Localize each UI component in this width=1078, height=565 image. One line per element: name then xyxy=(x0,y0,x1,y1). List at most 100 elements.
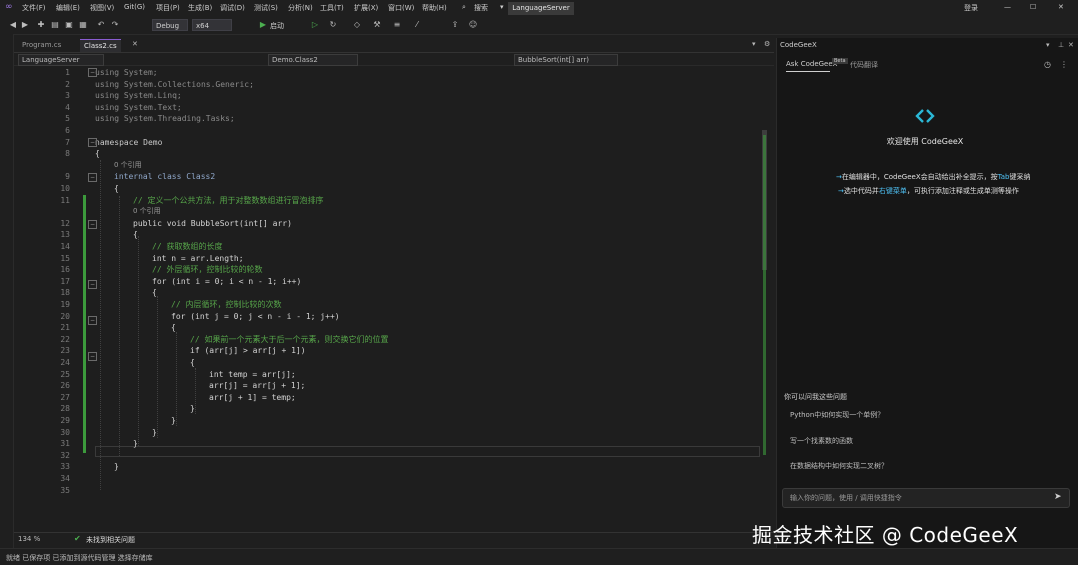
tip-key: 右键菜单 xyxy=(878,187,907,195)
start-icon[interactable]: ▶ xyxy=(258,20,268,30)
code-line: using System.Collections.Generic; xyxy=(95,79,254,89)
pin-icon[interactable]: ⊥ xyxy=(1058,41,1064,49)
code-line: using System.Threading.Tasks; xyxy=(95,114,235,124)
line-number: 27 xyxy=(60,392,70,402)
tip-text: ，可执行添加注释或生成单测等操作 xyxy=(906,187,1019,195)
new-item-icon[interactable]: ✚ xyxy=(36,20,46,30)
indent-guide xyxy=(100,160,101,490)
fold-toggle-icon[interactable]: − xyxy=(88,352,97,361)
line-number: 13 xyxy=(60,230,70,240)
save-icon[interactable]: ▣ xyxy=(64,20,74,30)
member-dropdown[interactable]: BubbleSort(int[] arr) xyxy=(514,54,618,66)
panel-dropdown-icon[interactable]: ▾ xyxy=(1046,41,1050,49)
menu-extensions[interactable]: 扩展(X) xyxy=(354,3,378,13)
history-icon[interactable]: ◷ xyxy=(1044,60,1051,69)
search-dropdown-icon[interactable]: ▾ xyxy=(500,3,504,11)
menu-edit[interactable]: 编辑(E) xyxy=(56,3,80,13)
fold-toggle-icon[interactable]: − xyxy=(88,316,97,325)
platform-select[interactable]: x64 xyxy=(192,19,232,31)
more-icon[interactable]: ⋮ xyxy=(1060,60,1068,69)
line-number: 7 xyxy=(65,137,70,147)
copilot-icon[interactable]: ☺ xyxy=(468,20,478,30)
fold-toggle-icon[interactable]: − xyxy=(88,280,97,289)
search-box[interactable]: 搜索 xyxy=(474,3,488,13)
line-number: 11 xyxy=(60,195,70,205)
code-line: int n = arr.Length; xyxy=(152,253,244,263)
code-line: { xyxy=(190,358,195,367)
start-without-debug-icon[interactable]: ▷ xyxy=(310,20,320,30)
reference-count[interactable]: 0 个引用 xyxy=(114,160,142,171)
bookmark-icon[interactable]: ◇ xyxy=(352,20,362,30)
menu-file[interactable]: 文件(F) xyxy=(22,3,46,13)
menu-view[interactable]: 视图(V) xyxy=(90,3,114,13)
code-line: using System; xyxy=(95,68,158,77)
align-icon[interactable]: ≡ xyxy=(392,20,402,30)
start-button[interactable]: 启动 xyxy=(270,21,284,31)
line-number: 14 xyxy=(60,242,70,251)
no-issues-icon: ✔ xyxy=(74,534,81,543)
menu-window[interactable]: 窗口(W) xyxy=(388,3,414,13)
code-line: using System.Text; xyxy=(95,102,182,112)
code-comment: // 获取数组的长度 xyxy=(152,242,223,251)
line-number: 12 xyxy=(60,218,70,228)
tab-class2-cs[interactable]: Class2.cs xyxy=(80,39,121,52)
menu-analyze[interactable]: 分析(N) xyxy=(288,3,313,13)
minimize-icon[interactable]: — xyxy=(1004,3,1011,11)
visual-studio-logo-icon[interactable]: ∞ xyxy=(5,2,13,12)
live-share-icon[interactable]: ⇪ xyxy=(450,20,460,30)
undo-icon[interactable]: ↶ xyxy=(96,20,106,30)
back-icon[interactable]: ◀ xyxy=(8,20,18,30)
line-number: 30 xyxy=(60,427,70,437)
redo-icon[interactable]: ↷ xyxy=(110,20,120,30)
line-number: 8 xyxy=(65,149,70,159)
menu-debug[interactable]: 调试(D) xyxy=(220,3,245,13)
hot-reload-icon[interactable]: ↻ xyxy=(328,20,338,30)
close-icon[interactable]: ✕ xyxy=(1058,3,1064,11)
panel-close-icon[interactable]: ✕ xyxy=(1068,41,1074,49)
document-tabs: Program.cs Class2.cs ✕ ▾ ⚙ xyxy=(14,38,774,53)
fold-toggle-icon[interactable]: − xyxy=(88,68,97,77)
tools-icon[interactable]: ⚒ xyxy=(372,20,382,30)
issues-status[interactable]: 未找到相关问题 xyxy=(86,535,135,545)
fold-toggle-icon[interactable]: − xyxy=(88,138,97,147)
suggestion-item[interactable]: Python中如何实现一个单例？ xyxy=(790,410,884,420)
send-icon[interactable]: ➤ xyxy=(1054,492,1064,502)
comment-icon[interactable]: ⁄ xyxy=(412,20,422,30)
search-icon[interactable]: ⌕ xyxy=(462,3,466,12)
panel-title: CodeGeeX xyxy=(780,41,817,49)
tab-code-translate[interactable]: 代码翻译 xyxy=(850,60,878,70)
tab-list-dropdown-icon[interactable]: ▾ xyxy=(752,40,756,48)
toolbar: ◀ ▶ ✚ ▤ ▣ ▦ ↶ ↷ Debug x64 ▶ 启动 ▷ ↻ ◇ ⚒ ≡… xyxy=(0,17,1078,35)
line-number: 9 xyxy=(65,172,70,182)
menu-project[interactable]: 项目(P) xyxy=(156,3,180,13)
reference-count[interactable]: 0 个引用 xyxy=(133,206,161,217)
menu-help[interactable]: 帮助(H) xyxy=(422,3,447,13)
menu-git[interactable]: Git(G) xyxy=(124,3,145,11)
fold-toggle-icon[interactable]: − xyxy=(88,173,97,182)
maximize-icon[interactable]: ☐ xyxy=(1030,3,1036,11)
menu-tools[interactable]: 工具(T) xyxy=(320,3,344,13)
save-all-icon[interactable]: ▦ xyxy=(78,20,88,30)
menu-test[interactable]: 测试(S) xyxy=(254,3,278,13)
suggestion-item[interactable]: 在数据结构中如何实现二叉树？ xyxy=(790,461,888,471)
tip-text: 选中代码并 xyxy=(843,187,879,195)
open-icon[interactable]: ▤ xyxy=(50,20,60,30)
tab-program-cs[interactable]: Program.cs xyxy=(18,39,65,51)
code-line: if (arr[j] > arr[j + 1]) xyxy=(190,346,306,356)
class-dropdown[interactable]: Demo.Class2 xyxy=(268,54,358,66)
line-number: 32 xyxy=(60,450,70,460)
tab-ask-codegeex[interactable]: Ask CodeGeeX xyxy=(786,60,837,68)
tab-close-icon[interactable]: ✕ xyxy=(132,40,138,48)
settings-icon[interactable]: ⚙ xyxy=(764,40,770,48)
forward-icon[interactable]: ▶ xyxy=(20,20,30,30)
menu-build[interactable]: 生成(B) xyxy=(188,3,212,13)
configuration-select[interactable]: Debug xyxy=(152,19,188,31)
code-line: { xyxy=(95,149,100,159)
suggestion-item[interactable]: 写一个找素数的函数 xyxy=(790,436,853,446)
project-dropdown[interactable]: LanguageServer xyxy=(18,54,104,66)
sign-in-button[interactable]: 登录 xyxy=(964,3,978,13)
fold-toggle-icon[interactable]: − xyxy=(88,220,97,229)
zoom-level[interactable]: 134 % xyxy=(18,535,40,543)
tip-text: 在编辑器中，CodeGeeX会自动给出补全提示，按 xyxy=(841,173,998,181)
navigation-bar: LanguageServer Demo.Class2 BubbleSort(in… xyxy=(14,53,774,66)
